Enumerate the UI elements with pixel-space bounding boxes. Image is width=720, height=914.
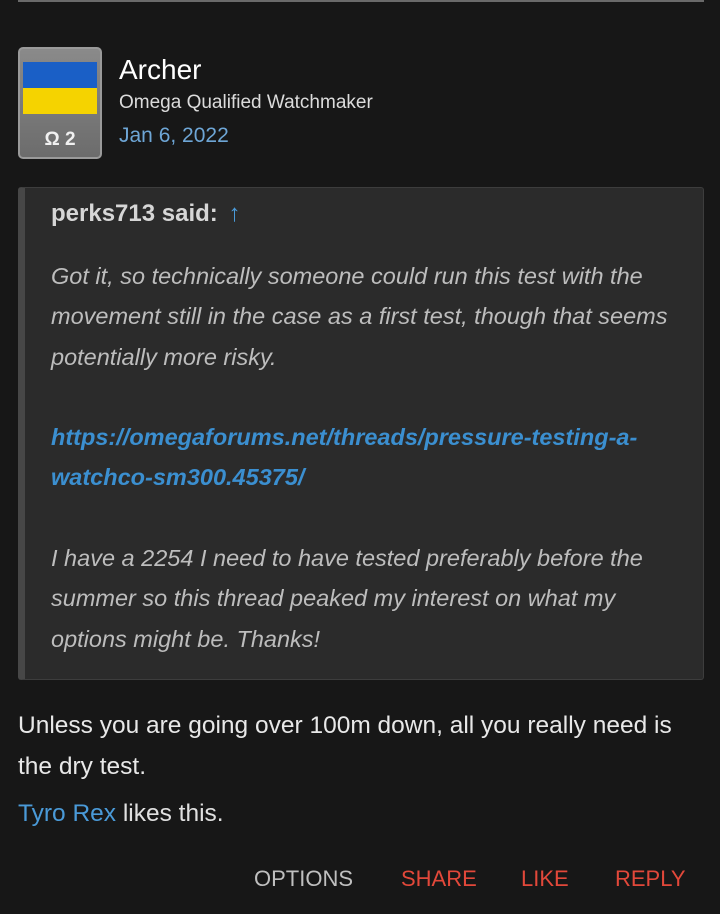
quote-block: perks713 said: ↑ Got it, so technically … [18, 187, 704, 680]
user-title: Omega Qualified Watchmaker [119, 92, 373, 113]
reply-button[interactable]: REPLY [615, 866, 686, 892]
avatar-badge: Ω 2 [44, 129, 76, 150]
likes-suffix: likes this. [116, 800, 224, 827]
post-date[interactable]: Jan 6, 2022 [119, 124, 229, 148]
username[interactable]: Archer [119, 54, 201, 86]
quote-link[interactable]: https://omegaforums.net/threads/pressure… [51, 424, 637, 490]
share-button[interactable]: SHARE [401, 866, 477, 892]
quote-header: perks713 said: ↑ [51, 200, 240, 228]
likes-summary: Tyro Rex likes this. [18, 800, 224, 828]
divider [18, 0, 704, 2]
avatar[interactable]: Ω 2 [18, 47, 102, 159]
post-actions: OPTIONS SHARE LIKE REPLY [0, 864, 720, 896]
ukraine-flag-icon [23, 62, 97, 114]
jump-to-quote-icon[interactable]: ↑ [228, 200, 240, 227]
options-button[interactable]: OPTIONS [254, 866, 353, 892]
like-button[interactable]: LIKE [521, 866, 569, 892]
quote-paragraph: I have a 2254 I need to have tested pref… [51, 545, 643, 652]
quote-paragraph: Got it, so technically someone could run… [51, 263, 668, 370]
quote-author: perks713 said: [51, 200, 218, 227]
post-body: Unless you are going over 100m down, all… [18, 712, 672, 780]
liker-link[interactable]: Tyro Rex [18, 800, 116, 827]
quote-body: Got it, so technically someone could run… [51, 256, 681, 659]
